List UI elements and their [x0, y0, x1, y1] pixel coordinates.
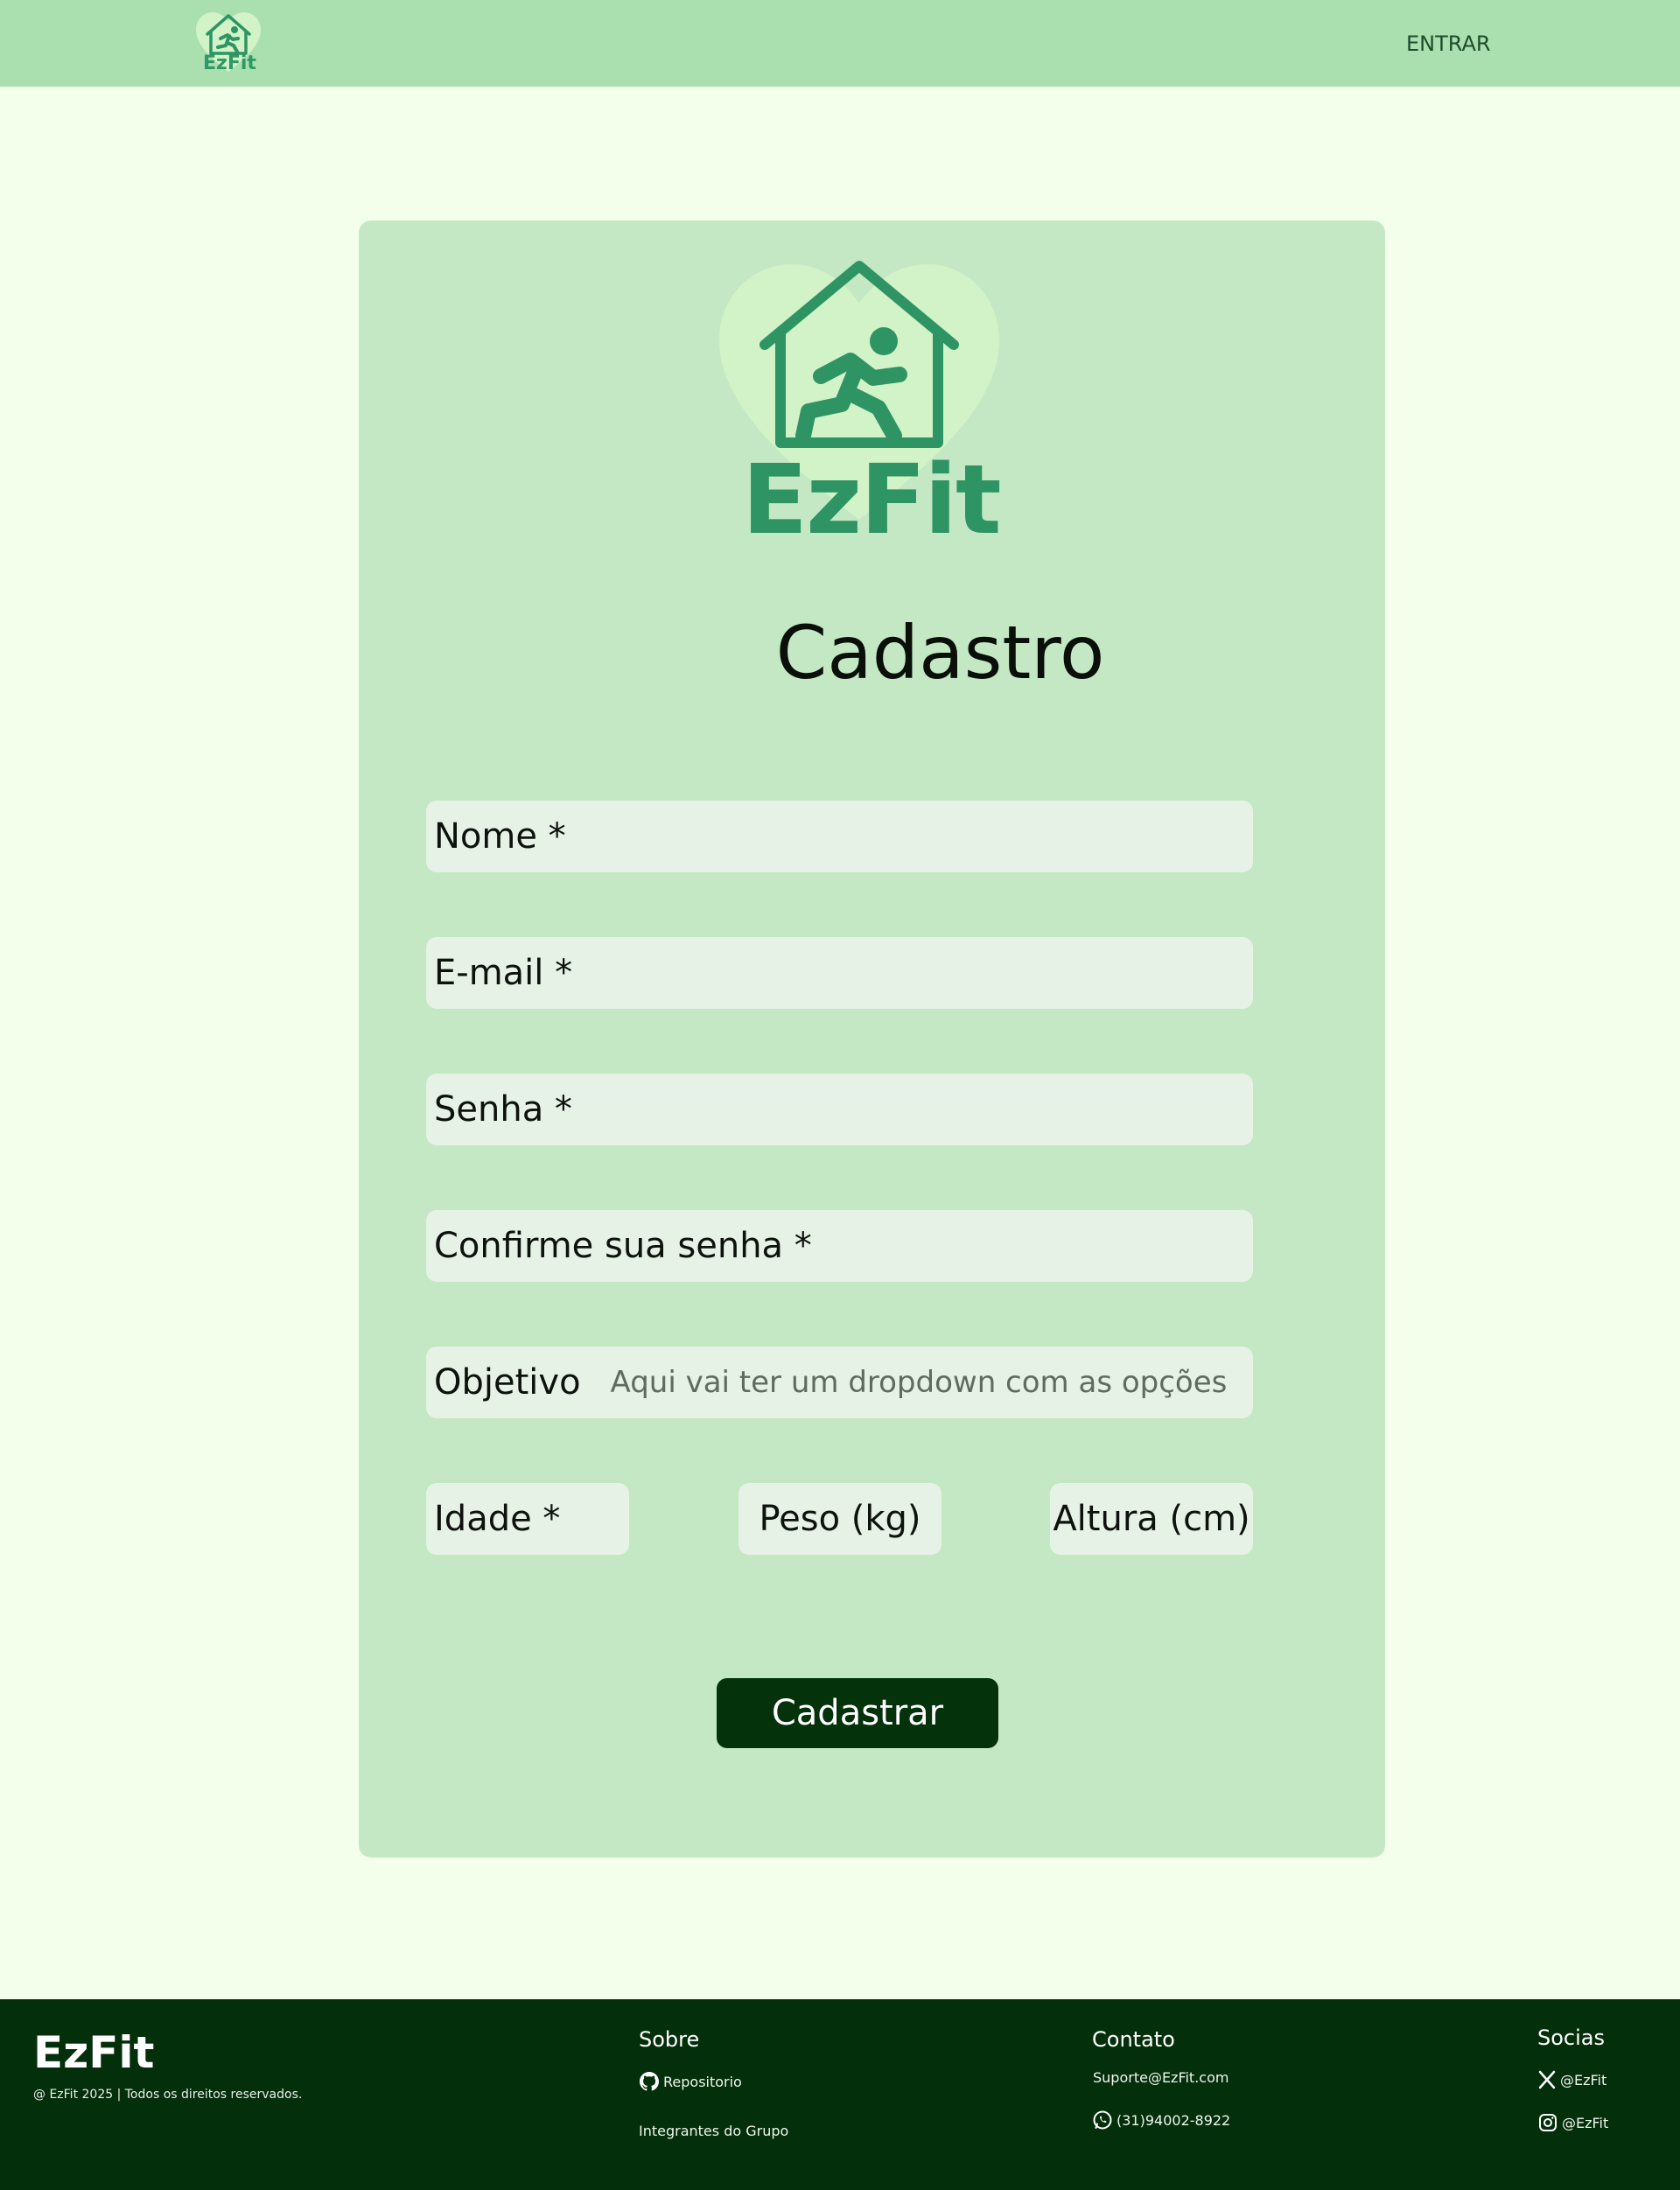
page-title: Cadastro — [775, 610, 1105, 696]
github-icon — [639, 2071, 660, 2092]
height-field-label: Altura (cm) — [1053, 1499, 1250, 1539]
objective-dropdown[interactable]: Objetivo Aqui vai ter um dropdown com as… — [426, 1347, 1253, 1418]
weight-field-label: Peso (kg) — [759, 1499, 921, 1539]
footer-x-link[interactable]: @EzFit — [1537, 2070, 1606, 2089]
footer-contato-heading: Contato — [1092, 2027, 1175, 2052]
footer: EzFit @ EzFit 2025 | Todos os direitos r… — [0, 1999, 1680, 2190]
footer-phone-label: (31)94002-8922 — [1116, 2111, 1231, 2129]
email-field-label: E-mail * — [434, 953, 573, 993]
password-field[interactable]: Senha * — [426, 1074, 1253, 1145]
age-field[interactable]: Idade * — [426, 1483, 629, 1555]
footer-brand: EzFit — [33, 2027, 155, 2078]
age-field-label: Idade * — [434, 1499, 561, 1539]
footer-x-label: @EzFit — [1560, 2071, 1607, 2089]
login-button[interactable]: ENTRAR — [1406, 31, 1491, 56]
header-logo-text: EzFit — [203, 52, 256, 74]
email-field[interactable]: E-mail * — [426, 937, 1253, 1009]
footer-repo-label: Repositorio — [663, 2073, 742, 2090]
x-icon — [1537, 2070, 1557, 2089]
top-navbar: EzFit ENTRAR — [0, 0, 1680, 87]
footer-repo-link[interactable]: Repositorio — [639, 2071, 742, 2092]
submit-button[interactable]: Cadastrar — [717, 1678, 998, 1748]
objective-field-label: Objetivo — [434, 1362, 581, 1403]
brand-logo-text: EzFit — [742, 444, 1002, 556]
footer-sobre-heading: Sobre — [639, 2027, 700, 2052]
whatsapp-icon — [1092, 2110, 1113, 2131]
footer-phone-link[interactable]: (31)94002-8922 — [1092, 2110, 1230, 2131]
footer-team-link[interactable]: Integrantes do Grupo — [639, 2123, 788, 2139]
footer-instagram-link[interactable]: @EzFit — [1537, 2112, 1608, 2133]
footer-copyright: @ EzFit 2025 | Todos os direitos reserva… — [33, 2088, 303, 2102]
name-field[interactable]: Nome * — [426, 801, 1253, 872]
confirm-password-field[interactable]: Confirme sua senha * — [426, 1210, 1253, 1282]
footer-socias-heading: Socias — [1537, 2026, 1605, 2050]
name-field-label: Nome * — [434, 816, 566, 857]
confirm-password-field-label: Confirme sua senha * — [434, 1226, 812, 1266]
signup-card: EzFit Cadastro Nome * E-mail * Senha * C… — [359, 220, 1385, 1858]
password-field-label: Senha * — [434, 1089, 572, 1130]
weight-field[interactable]: Peso (kg) — [738, 1483, 942, 1555]
footer-email-link[interactable]: Suporte@EzFit.com — [1093, 2069, 1228, 2086]
objective-placeholder: Aqui vai ter um dropdown com as opções — [610, 1365, 1228, 1400]
instagram-icon — [1537, 2112, 1558, 2133]
height-field[interactable]: Altura (cm) — [1050, 1483, 1253, 1555]
footer-instagram-label: @EzFit — [1562, 2114, 1609, 2131]
